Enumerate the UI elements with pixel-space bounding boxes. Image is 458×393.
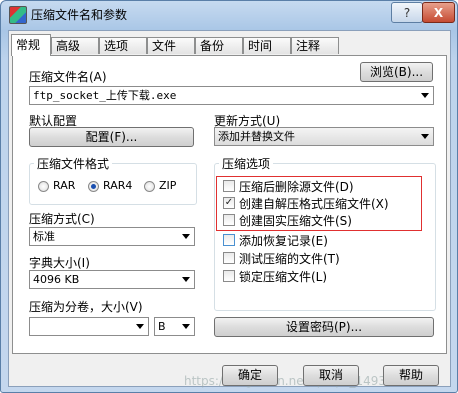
- browse-button[interactable]: 浏览(B)...: [360, 62, 433, 82]
- option-solid-label: 创建固实压缩文件(S): [239, 214, 352, 228]
- checkbox-delete-source[interactable]: [223, 180, 235, 192]
- chevron-down-icon: [182, 277, 190, 282]
- set-password-button[interactable]: 设置密码(P)...: [214, 317, 434, 337]
- winrar-icon: [9, 6, 27, 24]
- radio-zip[interactable]: [144, 181, 155, 192]
- dialog-client: 常规 高级 选项 文件 备份 时间 注释 压缩文件名(A) 浏览(B)... f…: [8, 30, 451, 388]
- option-delete-source-label: 压缩后删除源文件(D): [239, 180, 354, 194]
- split-size-select[interactable]: [29, 317, 149, 336]
- update-mode-value: 添加并替换文件: [218, 130, 295, 143]
- radio-rar[interactable]: [38, 181, 49, 192]
- option-sfx-label: 创建自解压格式压缩文件(X): [239, 197, 389, 211]
- title-bar[interactable]: 压缩文件名和参数 ? X: [1, 1, 457, 29]
- option-lock-label: 锁定压缩文件(L): [239, 270, 328, 284]
- update-mode-select[interactable]: 添加并替换文件: [214, 127, 434, 146]
- help-title-button[interactable]: ?: [391, 2, 423, 23]
- tab-comment[interactable]: 注释: [291, 37, 339, 54]
- split-unit-select[interactable]: B: [154, 317, 195, 336]
- archive-name-label: 压缩文件名(A): [29, 70, 107, 84]
- archive-name-input[interactable]: ftp_socket_上传下载.exe: [29, 86, 434, 105]
- split-unit-value: B: [158, 320, 166, 333]
- cancel-button[interactable]: 取消: [303, 365, 359, 386]
- dict-label: 字典大小(I): [29, 256, 90, 270]
- chevron-down-icon[interactable]: [421, 93, 429, 98]
- radio-rar4[interactable]: [88, 181, 99, 192]
- option-test-label: 测试压缩的文件(T): [239, 252, 340, 266]
- checkbox-sfx[interactable]: ✓: [223, 197, 235, 209]
- format-group: 压缩文件格式 RAR RAR4 ZIP: [29, 155, 197, 205]
- general-panel: 压缩文件名(A) 浏览(B)... ftp_socket_上传下载.exe 默认…: [12, 55, 447, 354]
- radio-rar-label: RAR: [53, 179, 76, 192]
- option-recovery-label: 添加恢复记录(E): [239, 234, 328, 248]
- checkbox-recovery[interactable]: [223, 234, 235, 246]
- radio-rar4-label: RAR4: [103, 179, 133, 192]
- profile-button[interactable]: 配置(F)...: [29, 127, 194, 147]
- archive-name-value: ftp_socket_上传下载.exe: [33, 89, 177, 102]
- tab-files[interactable]: 文件: [147, 37, 195, 54]
- method-value: 标准: [33, 230, 55, 243]
- close-button[interactable]: X: [422, 2, 455, 23]
- tab-backup[interactable]: 备份: [195, 37, 243, 54]
- dict-select[interactable]: 4096 KB: [29, 270, 195, 289]
- method-select[interactable]: 标准: [29, 227, 195, 246]
- tab-advanced[interactable]: 高级: [51, 37, 99, 54]
- options-group-label: 压缩选项: [219, 155, 274, 172]
- tab-time[interactable]: 时间: [243, 37, 291, 54]
- method-label: 压缩方式(C): [29, 212, 95, 226]
- tab-general[interactable]: 常规: [11, 34, 51, 56]
- ok-button[interactable]: 确定: [222, 365, 278, 386]
- format-group-label: 压缩文件格式: [34, 155, 113, 172]
- checkbox-solid[interactable]: [223, 214, 235, 226]
- chevron-down-icon: [421, 134, 429, 139]
- chevron-down-icon: [182, 324, 190, 329]
- dict-value: 4096 KB: [33, 273, 80, 286]
- tab-options[interactable]: 选项: [99, 37, 147, 54]
- radio-zip-label: ZIP: [159, 179, 177, 192]
- checkbox-test[interactable]: [223, 252, 235, 264]
- help-button[interactable]: 帮助: [383, 365, 439, 386]
- chevron-down-icon: [182, 234, 190, 239]
- split-label: 压缩为分卷，大小(V): [29, 300, 143, 314]
- checkbox-lock[interactable]: [223, 270, 235, 282]
- window-title: 压缩文件名和参数: [31, 8, 128, 22]
- dialog-window: 压缩文件名和参数 ? X 常规 高级 选项 文件 备份 时间 注释 压缩文件名(…: [0, 0, 458, 393]
- chevron-down-icon: [136, 324, 144, 329]
